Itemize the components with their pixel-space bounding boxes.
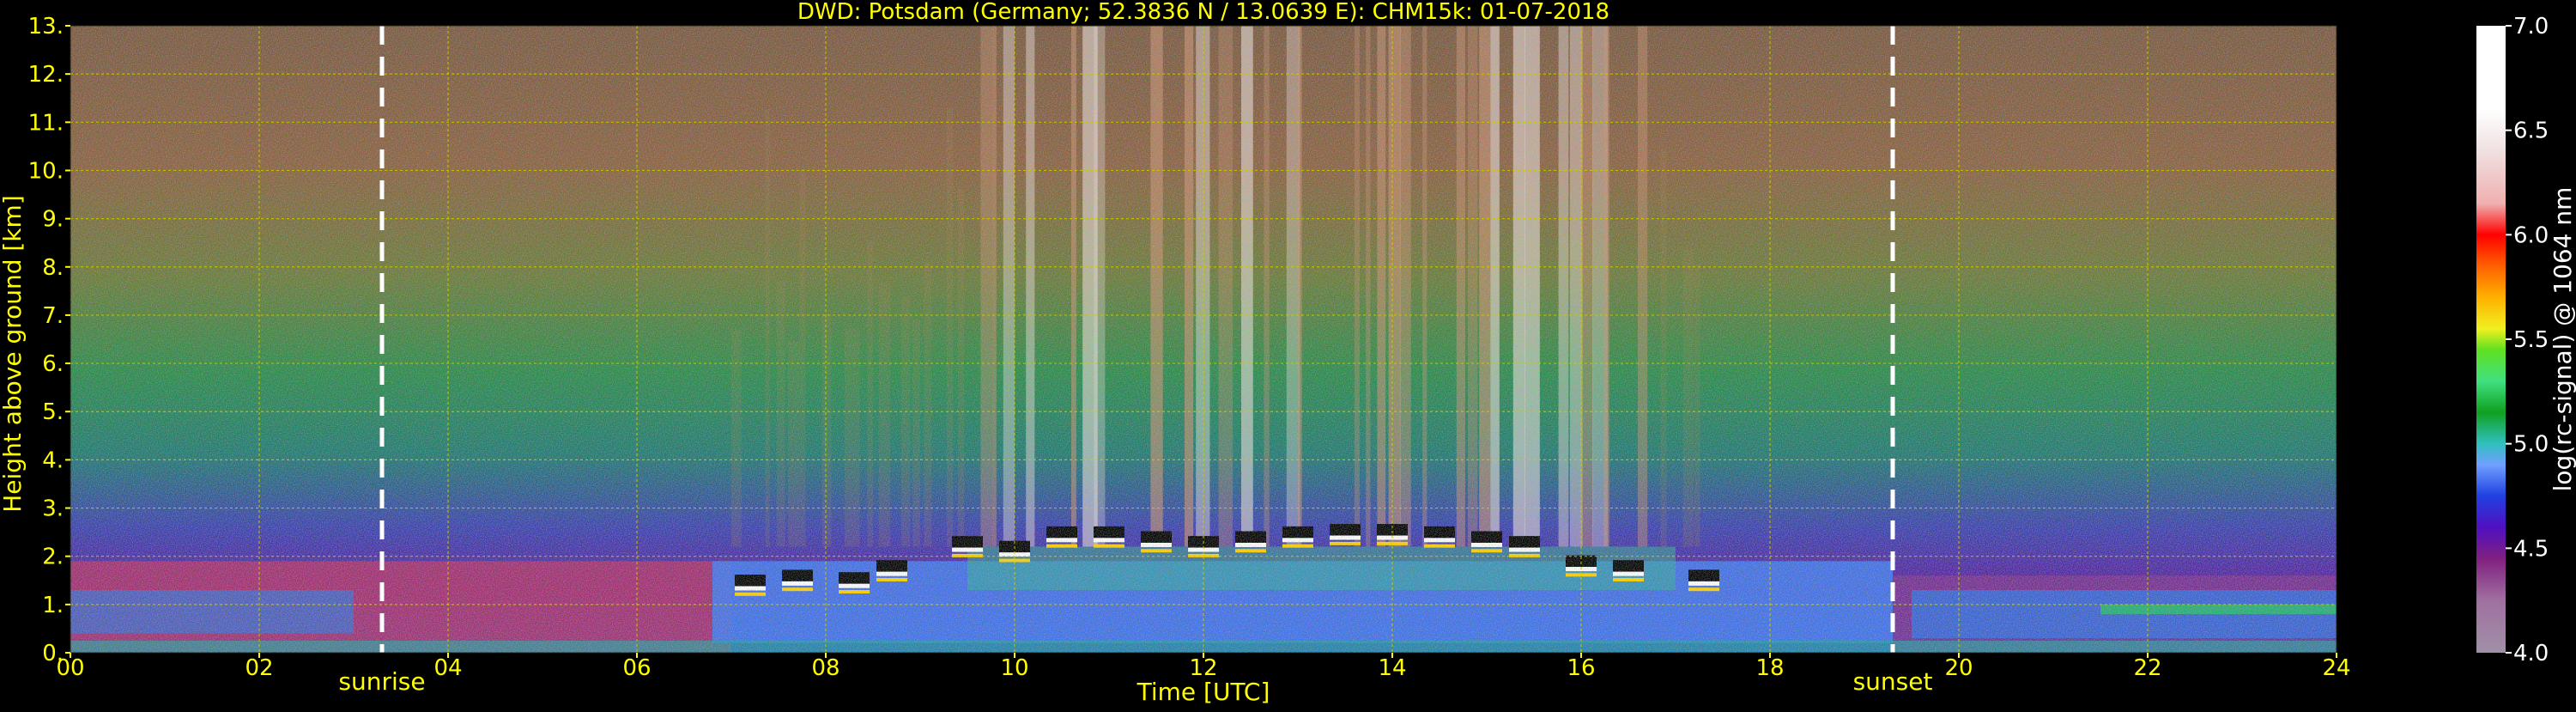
y-tick-label: 8. — [42, 255, 64, 281]
y-axis-ticks: 0. 1. 2. 3. 4. 5. 6. 7. 8. 9. 10. 11. 12. 13. — [28, 14, 70, 666]
y-tick-label: 11. — [28, 110, 64, 136]
colorbar-tick-label: 4.0 — [2513, 641, 2549, 666]
y-tick-label: 12. — [28, 62, 64, 88]
y-tick-label: 13. — [28, 14, 64, 40]
x-tick-label: 22 — [2133, 655, 2161, 681]
y-tick-label: 6. — [42, 351, 64, 377]
chart-title: DWD: Potsdam (Germany; 52.3836 N / 13.06… — [797, 0, 1609, 25]
colorbar-label: log(rc-signal) @ 1064 nm — [2549, 187, 2576, 492]
x-tick-label: 06 — [622, 655, 651, 681]
sun-annotations: sunrise sunset — [338, 667, 1932, 696]
colorbar-tick-label: 5.0 — [2513, 432, 2549, 458]
y-tick-label: 4. — [42, 447, 64, 473]
ceilometer-heatmap: 00 02 04 06 08 10 12 14 16 18 20 22 24 0.1.2.3.4.5.6… — [0, 0, 2576, 706]
colorbar-tick-label: 6.5 — [2513, 119, 2549, 144]
x-tick-label: 20 — [1944, 655, 1973, 681]
y-tick-label: 5. — [42, 399, 64, 425]
colorbar — [2476, 26, 2506, 653]
y-tick-label: 0. — [42, 641, 64, 666]
ceilometer-figure: 00 02 04 06 08 10 12 14 16 18 20 22 24 0. 1. 2. 3. 4. 5. 6… — [0, 0, 2576, 708]
sun-marker-label: sunset — [1853, 667, 1933, 696]
x-tick-label: 16 — [1567, 655, 1595, 681]
colorbar-tick-label: 7.0 — [2513, 14, 2549, 40]
colorbar-tick-label: 4.5 — [2513, 536, 2549, 562]
x-tick-label: 02 — [245, 655, 273, 681]
x-tick-label: 08 — [811, 655, 839, 681]
sun-marker-label: sunrise — [338, 667, 425, 696]
x-tick-label: 24 — [2322, 655, 2350, 681]
x-tick-label: 14 — [1378, 655, 1406, 681]
y-axis-label: Height above ground [km] — [0, 195, 27, 513]
colorbar-tick-label: 5.5 — [2513, 327, 2549, 353]
colorbar-tick-label: 6.0 — [2513, 222, 2549, 248]
x-tick-label: 10 — [1000, 655, 1028, 681]
y-tick-label: 1. — [42, 593, 64, 618]
y-tick-label: 9. — [42, 207, 64, 233]
x-tick-label: 04 — [433, 655, 462, 681]
y-tick-label: 7. — [42, 303, 64, 329]
y-tick-label: 2. — [42, 545, 64, 570]
y-tick-label: 3. — [42, 496, 64, 522]
x-tick-label: 18 — [1755, 655, 1784, 681]
plot-area — [70, 26, 2337, 653]
x-axis-label: Time [UTC] — [1136, 678, 1270, 706]
colorbar-ticks: 4.0 4.5 5.0 5.5 6.0 6.5 7.0 — [2506, 14, 2549, 666]
y-tick-label: 10. — [28, 158, 64, 184]
